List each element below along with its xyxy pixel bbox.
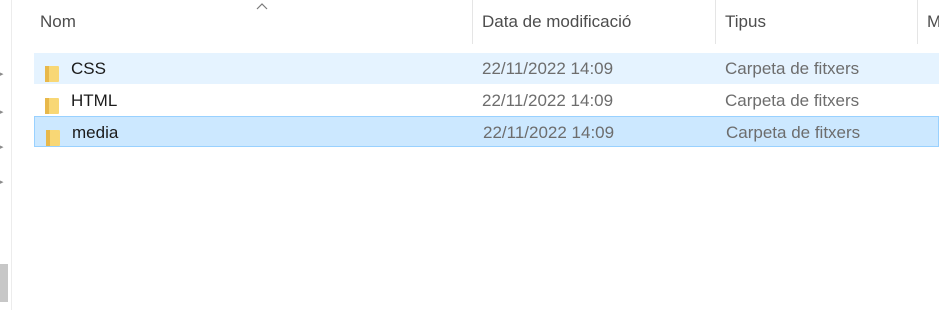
file-date-modified: 22/11/2022 14:09 [482, 59, 614, 78]
column-header-type[interactable]: Tipus [725, 0, 915, 44]
expand-chevron-icon[interactable]: ▸ [0, 179, 6, 187]
column-header-name[interactable]: Nom [40, 0, 470, 44]
file-name: media [72, 123, 119, 142]
column-divider[interactable] [715, 0, 716, 44]
navigation-pane[interactable]: ▸ ▸ ▸ ▸ [0, 0, 12, 310]
column-header-date[interactable]: Data de modificació [482, 0, 712, 44]
file-type: Carpeta de fitxers [725, 91, 860, 110]
file-name: HTML [71, 91, 118, 110]
folder-icon [45, 61, 59, 82]
folder-icon [46, 125, 60, 146]
file-type: Carpeta de fitxers [726, 123, 861, 142]
expand-chevron-icon[interactable]: ▸ [0, 71, 6, 79]
column-divider[interactable] [917, 0, 918, 44]
file-row[interactable]: media 22/11/2022 14:09 Carpeta de fitxer… [34, 116, 939, 147]
expand-chevron-icon[interactable]: ▸ [0, 109, 6, 117]
file-date-modified: 22/11/2022 14:09 [483, 123, 615, 142]
file-name: CSS [71, 59, 106, 78]
file-type: Carpeta de fitxers [725, 59, 860, 78]
folder-icon [45, 93, 59, 114]
file-row[interactable]: CSS 22/11/2022 14:09 Carpeta de fitxers [34, 53, 939, 84]
file-date-modified: 22/11/2022 14:09 [482, 91, 614, 110]
column-divider[interactable] [472, 0, 473, 44]
column-header-size[interactable]: M [927, 0, 939, 44]
file-row[interactable]: HTML 22/11/2022 14:09 Carpeta de fitxers [34, 85, 939, 116]
nav-scrollbar-thumb[interactable] [0, 264, 8, 302]
column-header-bar: Nom Data de modificació Tipus M [11, 0, 939, 44]
expand-chevron-icon[interactable]: ▸ [0, 144, 6, 152]
